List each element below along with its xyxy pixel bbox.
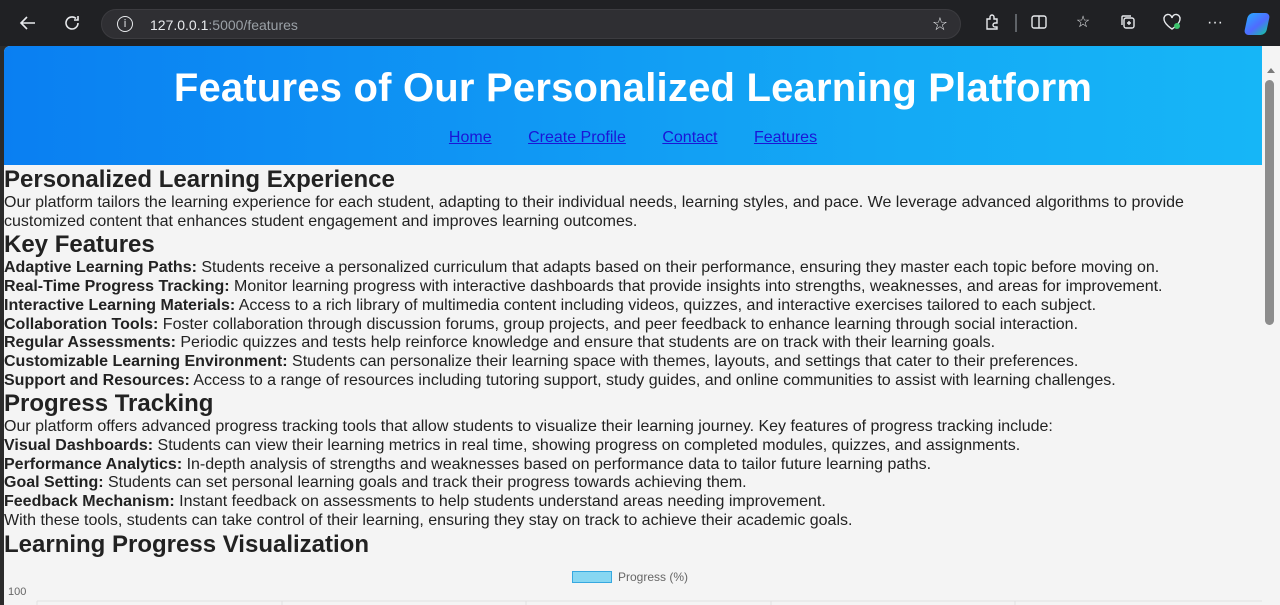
- page-viewport: Features of Our Personalized Learning Pl…: [4, 46, 1262, 605]
- section-personalized: Personalized Learning Experience Our pla…: [4, 165, 1262, 231]
- feature-label: Customizable Learning Environment:: [4, 352, 288, 370]
- collections-icon[interactable]: [1118, 13, 1138, 33]
- scrollbar-thumb[interactable]: [1265, 80, 1274, 325]
- feature-label: Feedback Mechanism:: [4, 493, 175, 511]
- feature-label: Interactive Learning Materials:: [4, 296, 236, 314]
- feature-item: Performance Analytics: In-depth analysis…: [4, 456, 1262, 475]
- copilot-icon[interactable]: [1243, 13, 1271, 35]
- main-content: Personalized Learning Experience Our pla…: [4, 165, 1262, 605]
- extensions-icon[interactable]: [982, 13, 1002, 33]
- progress-chart: Progress (%) 100: [4, 559, 1262, 605]
- refresh-icon[interactable]: [60, 11, 84, 35]
- section-visualization: Learning Progress Visualization Progress…: [4, 531, 1262, 605]
- address-bar[interactable]: i 127.0.0.1:5000/features ☆: [101, 9, 961, 39]
- browser-toolbar: i 127.0.0.1:5000/features ☆ ☆ ···: [0, 0, 1280, 46]
- section-progress-tracking: Progress Tracking Our platform offers ad…: [4, 390, 1262, 530]
- section-outro: With these tools, students can take cont…: [4, 511, 853, 529]
- star-icon[interactable]: ☆: [932, 14, 948, 35]
- nav-link-home[interactable]: Home: [449, 129, 492, 146]
- section-heading: Progress Tracking: [4, 390, 214, 418]
- feature-item: Collaboration Tools: Foster collaboratio…: [4, 316, 1262, 335]
- info-icon[interactable]: i: [117, 16, 133, 32]
- feature-description: Monitor learning progress with interacti…: [229, 278, 1163, 296]
- feature-label: Adaptive Learning Paths:: [4, 259, 197, 277]
- feature-label: Support and Resources:: [4, 371, 190, 389]
- section-key-features: Key Features Adaptive Learning Paths: St…: [4, 231, 1262, 390]
- feature-description: In-depth analysis of strengths and weakn…: [182, 455, 932, 473]
- site-header: Features of Our Personalized Learning Pl…: [4, 46, 1262, 165]
- nav-link-features[interactable]: Features: [754, 129, 817, 146]
- feature-list: Visual Dashboards: Students can view the…: [4, 437, 1262, 512]
- feature-description: Access to a rich library of multimedia c…: [235, 296, 1097, 314]
- section-heading: Learning Progress Visualization: [4, 530, 369, 558]
- feature-item: Visual Dashboards: Students can view the…: [4, 437, 1262, 456]
- feature-description: Students can view their learning metrics…: [153, 437, 1021, 455]
- favorites-icon[interactable]: ☆: [1073, 13, 1093, 33]
- legend-swatch: [572, 570, 612, 583]
- feature-item: Interactive Learning Materials: Access t…: [4, 297, 1262, 316]
- split-screen-icon[interactable]: [1029, 13, 1049, 33]
- feature-description: Students can set personal learning goals…: [103, 474, 747, 492]
- feature-label: Regular Assessments:: [4, 334, 176, 352]
- url-text[interactable]: 127.0.0.1:5000/features: [150, 17, 298, 33]
- feature-label: Collaboration Tools:: [4, 315, 159, 333]
- section-text: Our platform tailors the learning experi…: [4, 194, 1184, 230]
- feature-description: Periodic quizzes and tests help reinforc…: [175, 334, 996, 352]
- feature-item: Customizable Learning Environment: Stude…: [4, 353, 1262, 372]
- feature-list: Adaptive Learning Paths: Students receiv…: [4, 259, 1262, 390]
- page-scrollbar[interactable]: [1262, 46, 1280, 605]
- feature-label: Goal Setting:: [4, 474, 104, 492]
- main-nav: Home Create Profile Contact Features: [4, 129, 1262, 147]
- feature-description: Foster collaboration through discussion …: [158, 315, 1079, 333]
- nav-link-contact[interactable]: Contact: [662, 129, 717, 146]
- feature-description: Access to a range of resources including…: [189, 371, 1116, 389]
- feature-description: Instant feedback on assessments to help …: [174, 493, 826, 511]
- feature-item: Feedback Mechanism: Instant feedback on …: [4, 493, 1262, 512]
- feature-item: Adaptive Learning Paths: Students receiv…: [4, 259, 1262, 278]
- legend-label: Progress (%): [618, 569, 689, 584]
- chart-plot: 100: [8, 587, 1262, 605]
- back-icon[interactable]: [16, 11, 40, 35]
- page-title: Features of Our Personalized Learning Pl…: [173, 66, 1093, 110]
- section-heading: Personalized Learning Experience: [4, 166, 395, 193]
- scroll-up-arrow[interactable]: [1267, 68, 1275, 73]
- feature-label: Real-Time Progress Tracking:: [4, 278, 230, 296]
- performance-icon[interactable]: [1162, 13, 1182, 33]
- nav-link-create-profile[interactable]: Create Profile: [528, 129, 626, 146]
- section-heading: Key Features: [4, 231, 155, 259]
- y-tick-label: 100: [8, 587, 26, 598]
- feature-item: Goal Setting: Students can set personal …: [4, 474, 1262, 493]
- feature-label: Performance Analytics:: [4, 455, 183, 473]
- chart-legend[interactable]: Progress (%): [572, 570, 688, 584]
- feature-item: Regular Assessments: Periodic quizzes an…: [4, 334, 1262, 353]
- feature-item: Support and Resources: Access to a range…: [4, 372, 1262, 391]
- section-intro: Our platform offers advanced progress tr…: [4, 418, 1053, 436]
- feature-label: Visual Dashboards:: [4, 437, 154, 455]
- toolbar-divider: [1015, 14, 1017, 32]
- feature-description: Students can personalize their learning …: [287, 352, 1079, 370]
- feature-item: Real-Time Progress Tracking: Monitor lea…: [4, 278, 1262, 297]
- more-icon[interactable]: ···: [1205, 13, 1225, 33]
- feature-description: Students receive a personalized curricul…: [196, 259, 1160, 277]
